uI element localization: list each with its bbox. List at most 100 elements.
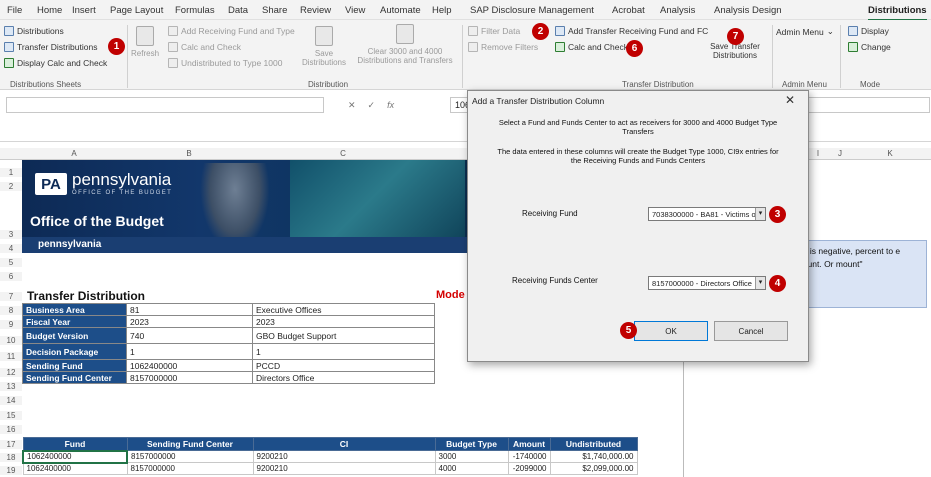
- tab-file[interactable]: File: [7, 5, 22, 16]
- tab-analysis-design[interactable]: Analysis Design: [714, 5, 782, 16]
- row-header[interactable]: 5: [0, 258, 22, 267]
- change-button[interactable]: Change: [848, 42, 891, 52]
- row-header[interactable]: 9: [0, 320, 22, 329]
- info-desc[interactable]: GBO Budget Support: [252, 327, 435, 344]
- info-value[interactable]: 2023: [126, 315, 253, 328]
- grid-header[interactable]: CI: [252, 437, 436, 451]
- cancel-icon[interactable]: ✕: [348, 100, 356, 111]
- tab-distributions[interactable]: Distributions: [868, 5, 927, 21]
- display-calc-check-button[interactable]: Display Calc and Check: [4, 58, 107, 68]
- row-header[interactable]: 3: [0, 230, 22, 239]
- name-box[interactable]: [6, 97, 324, 113]
- tab-insert[interactable]: Insert: [72, 5, 96, 16]
- info-value[interactable]: 81: [126, 303, 253, 316]
- close-icon[interactable]: ✕: [785, 93, 795, 107]
- column-header-c[interactable]: C: [252, 149, 434, 158]
- info-key[interactable]: Decision Package: [22, 343, 127, 360]
- filter-data-button[interactable]: Filter Data: [468, 26, 520, 36]
- cancel-button[interactable]: Cancel: [714, 321, 788, 341]
- tab-page-layout[interactable]: Page Layout: [110, 5, 163, 16]
- receiving-fund-dropdown[interactable]: 7038300000 - BA81 - Victims o ▾: [648, 207, 766, 221]
- row-header[interactable]: 18: [0, 453, 22, 462]
- grid-header[interactable]: Budget Type: [434, 437, 509, 451]
- column-header-a[interactable]: A: [22, 149, 126, 158]
- row-header[interactable]: 8: [0, 306, 22, 315]
- grid-cell[interactable]: $1,740,000.00: [549, 450, 638, 463]
- row-header[interactable]: 13: [0, 382, 22, 391]
- grid-cell[interactable]: 1062400000: [22, 449, 128, 464]
- row-header[interactable]: 10: [0, 336, 22, 345]
- save-distributions-button[interactable]: Save Distributions: [300, 26, 348, 67]
- tab-share[interactable]: Share: [262, 5, 287, 16]
- tab-sap[interactable]: SAP Disclosure Management: [470, 5, 594, 16]
- tab-view[interactable]: View: [345, 5, 365, 16]
- distributions-button[interactable]: Distributions: [4, 26, 64, 36]
- info-desc[interactable]: 2023: [252, 315, 435, 328]
- grid-header[interactable]: Undistributed: [549, 437, 638, 451]
- grid-cell[interactable]: 8157000000: [126, 462, 254, 475]
- add-receiving-fund-button[interactable]: Add Receiving Fund and Type: [168, 26, 295, 36]
- row-header[interactable]: 11: [0, 352, 22, 361]
- tab-review[interactable]: Review: [300, 5, 331, 16]
- grid-header[interactable]: Amount: [507, 437, 551, 451]
- info-value[interactable]: 1062400000: [126, 359, 253, 372]
- tab-automate[interactable]: Automate: [380, 5, 421, 16]
- info-key[interactable]: Business Area: [22, 303, 127, 316]
- info-key[interactable]: Sending Fund Center: [22, 371, 127, 384]
- enter-icon[interactable]: ✓: [368, 100, 376, 111]
- calc-check-disabled-button[interactable]: Calc and Check: [168, 42, 241, 52]
- column-header-i[interactable]: I: [808, 149, 828, 158]
- undistributed-button[interactable]: Undistributed to Type 1000: [168, 58, 282, 68]
- info-desc[interactable]: 1: [252, 343, 435, 360]
- info-key[interactable]: Sending Fund: [22, 359, 127, 372]
- clear-distributions-button[interactable]: Clear 3000 and 4000 Distributions and Tr…: [355, 24, 455, 65]
- grid-header[interactable]: Fund: [22, 437, 128, 451]
- add-transfer-receiving-button[interactable]: Add Transfer Receiving Fund and FC: [555, 26, 708, 36]
- grid-cell[interactable]: 4000: [434, 462, 509, 475]
- info-value[interactable]: 1: [126, 343, 253, 360]
- grid-cell[interactable]: 3000: [434, 450, 509, 463]
- row-header[interactable]: 14: [0, 396, 22, 405]
- column-header-k[interactable]: K: [880, 149, 900, 158]
- tab-help[interactable]: Help: [432, 5, 452, 16]
- info-value[interactable]: 8157000000: [126, 371, 253, 384]
- row-header[interactable]: 7: [0, 292, 22, 301]
- row-header[interactable]: 1: [0, 168, 22, 177]
- row-header[interactable]: 16: [0, 425, 22, 434]
- tab-analysis[interactable]: Analysis: [660, 5, 695, 16]
- info-desc[interactable]: Directors Office: [252, 371, 435, 384]
- tab-formulas[interactable]: Formulas: [175, 5, 215, 16]
- row-header[interactable]: 12: [0, 368, 22, 377]
- grid-cell[interactable]: 1062400000: [22, 462, 128, 475]
- ok-button[interactable]: OK: [634, 321, 708, 341]
- tab-acrobat[interactable]: Acrobat: [612, 5, 645, 16]
- grid-cell[interactable]: 9200210: [252, 462, 436, 475]
- admin-menu-button[interactable]: Admin Menu ⌄: [776, 26, 834, 37]
- info-key[interactable]: Budget Version: [22, 327, 127, 344]
- column-header-j[interactable]: J: [830, 149, 850, 158]
- tab-home[interactable]: Home: [37, 5, 62, 16]
- info-value[interactable]: 740: [126, 327, 253, 344]
- grid-cell[interactable]: 9200210: [252, 450, 436, 463]
- row-header[interactable]: 19: [0, 466, 22, 475]
- grid-cell[interactable]: -1740000: [507, 450, 551, 463]
- info-desc[interactable]: Executive Offices: [252, 303, 435, 316]
- grid-cell[interactable]: 8157000000: [126, 450, 254, 463]
- grid-cell[interactable]: $2,099,000.00: [549, 462, 638, 475]
- info-key[interactable]: Fiscal Year: [22, 315, 127, 328]
- transfer-distributions-button[interactable]: Transfer Distributions: [4, 42, 97, 52]
- grid-cell[interactable]: -2099000: [507, 462, 551, 475]
- remove-filters-button[interactable]: Remove Filters: [468, 42, 538, 52]
- display-button[interactable]: Display: [848, 26, 889, 36]
- row-header[interactable]: 15: [0, 411, 22, 420]
- grid-header[interactable]: Sending Fund Center: [126, 437, 254, 451]
- row-header[interactable]: 17: [0, 440, 22, 449]
- column-header-b[interactable]: B: [126, 149, 252, 158]
- row-header[interactable]: 4: [0, 244, 22, 253]
- row-header[interactable]: 2: [0, 182, 22, 191]
- info-desc[interactable]: PCCD: [252, 359, 435, 372]
- fx-icon[interactable]: fx: [387, 100, 394, 110]
- tab-data[interactable]: Data: [228, 5, 248, 16]
- row-header[interactable]: 6: [0, 272, 22, 281]
- refresh-button[interactable]: Refresh: [131, 26, 159, 58]
